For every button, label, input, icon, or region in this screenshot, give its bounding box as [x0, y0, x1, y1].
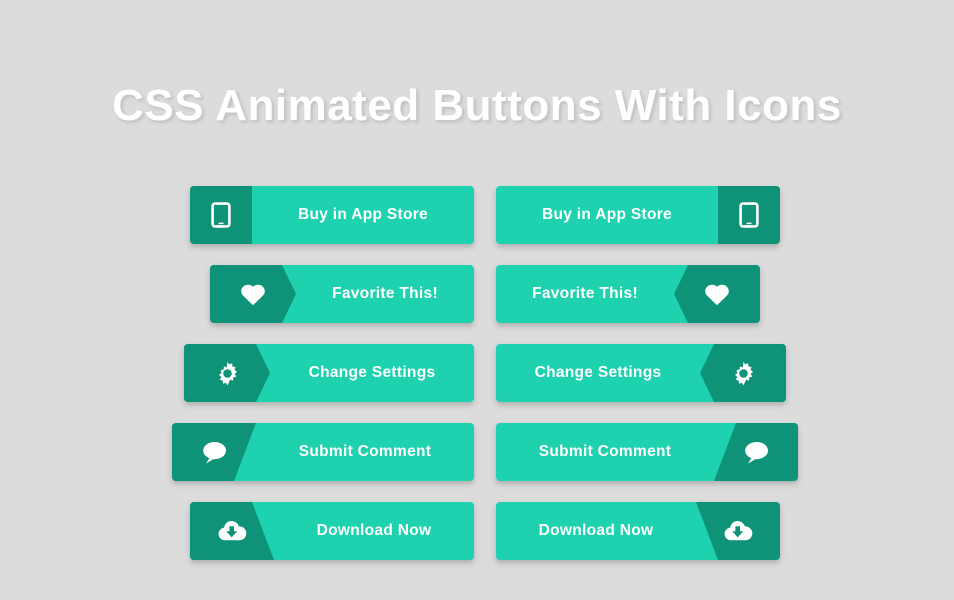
button-body: Favorite This! — [496, 265, 760, 323]
button-submit-comment-right[interactable]: Submit Comment — [496, 423, 798, 481]
button-submit-comment-left[interactable]: Submit Comment — [172, 423, 474, 481]
button-body: Change Settings — [184, 344, 474, 402]
button-grid: Buy in App Store Buy in App Store Favori… — [0, 186, 954, 581]
button-download-now-right[interactable]: Download Now — [496, 502, 780, 560]
button-buy-in-app-store-left[interactable]: Buy in App Store — [190, 186, 474, 244]
button-change-settings-right[interactable]: Change Settings — [496, 344, 786, 402]
heart-icon — [210, 265, 296, 323]
button-row: Download Now Download Now — [0, 502, 954, 581]
button-change-settings-left[interactable]: Change Settings — [184, 344, 474, 402]
tablet-icon — [718, 186, 780, 244]
button-body: Buy in App Store — [496, 186, 780, 244]
page-title: CSS Animated Buttons With Icons — [112, 81, 842, 130]
button-row: Buy in App Store Buy in App Store — [0, 186, 954, 265]
button-body: Change Settings — [496, 344, 786, 402]
gear-icon — [700, 344, 786, 402]
heart-icon — [674, 265, 760, 323]
button-buy-in-app-store-right[interactable]: Buy in App Store — [496, 186, 780, 244]
button-body: Buy in App Store — [190, 186, 474, 244]
button-row: Submit Comment Submit Comment — [0, 423, 954, 502]
button-favorite-this-right[interactable]: Favorite This! — [496, 265, 760, 323]
button-body: Download Now — [190, 502, 474, 560]
button-download-now-left[interactable]: Download Now — [190, 502, 474, 560]
button-body: Submit Comment — [172, 423, 474, 481]
button-body: Download Now — [496, 502, 780, 560]
button-row: Change Settings Change Settings — [0, 344, 954, 423]
button-row: Favorite This! Favorite This! — [0, 265, 954, 344]
page-root: CSS Animated Buttons With Icons Buy in A… — [0, 0, 954, 600]
gear-icon — [184, 344, 270, 402]
button-body: Favorite This! — [210, 265, 474, 323]
tablet-icon — [190, 186, 252, 244]
button-body: Submit Comment — [496, 423, 798, 481]
button-favorite-this-left[interactable]: Favorite This! — [210, 265, 474, 323]
